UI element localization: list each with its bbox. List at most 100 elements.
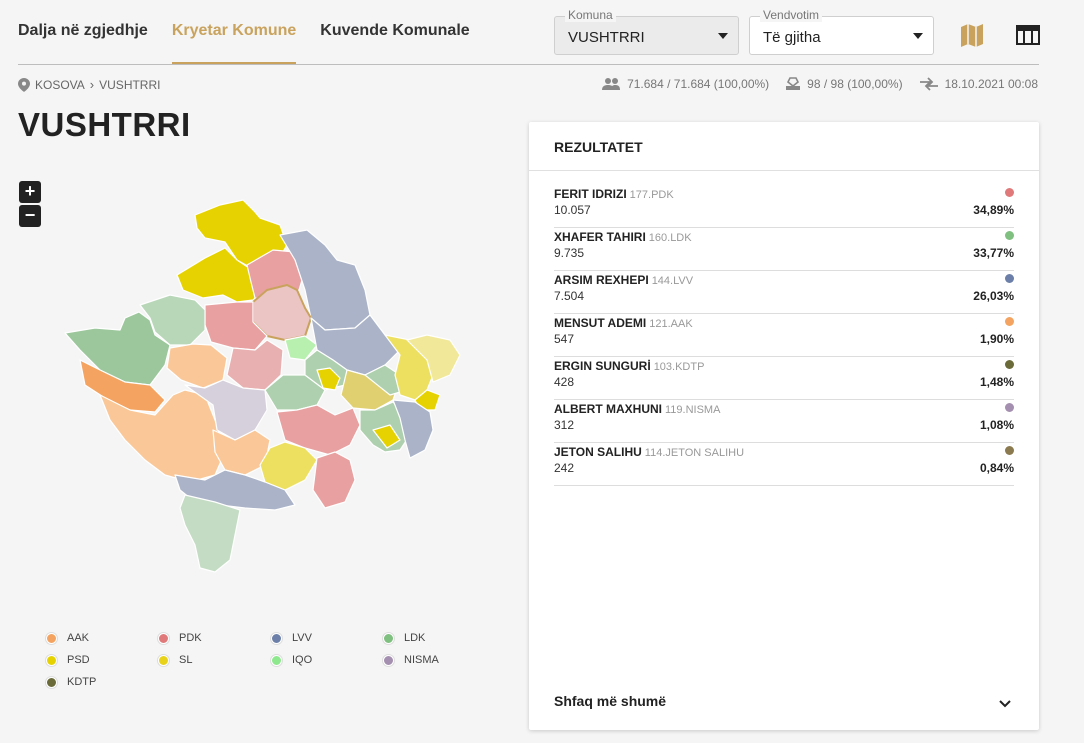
map-view-button[interactable] <box>958 21 986 49</box>
candidate-code: 121.AAK <box>649 318 693 330</box>
table-view-button[interactable] <box>1014 21 1042 49</box>
map-icon <box>961 24 983 47</box>
candidate-votes: 428 <box>554 375 575 389</box>
chevron-right-icon: › <box>89 77 95 92</box>
candidate-code: 177.PDK <box>629 189 674 201</box>
legend-dot <box>383 654 394 666</box>
legend-label: SL <box>179 654 193 666</box>
chevron-down-icon[interactable] <box>997 695 1013 711</box>
main-tabs: Dalja në zgjedhje Kryetar Komune Kuvende… <box>18 0 494 65</box>
tab-turnout[interactable]: Dalja në zgjedhje <box>18 0 148 64</box>
tab-mayor[interactable]: Kryetar Komune <box>171 0 297 65</box>
legend-label: PDK <box>179 632 202 644</box>
candidate-code: 114.JETON SALIHU <box>644 447 745 459</box>
results-panel: REZULTATET FERIT IDRIZI 177.PDK 10.057 34… <box>529 122 1039 730</box>
tab-municipal-assembly[interactable]: Kuvende Komunale <box>320 0 469 64</box>
location-pin-icon <box>18 77 30 92</box>
candidate-name: ARSIM REXHEPI <box>554 273 649 287</box>
candidate-name-line: XHAFER TAHIRI 160.LDK <box>554 230 692 244</box>
people-icon <box>602 78 621 90</box>
candidate-percent: 1,90% <box>979 332 1014 346</box>
candidate-row[interactable]: ARSIM REXHEPI 144.LVV 7.504 26,03% <box>554 271 1014 314</box>
legend-dot <box>271 654 282 666</box>
candidate-row[interactable]: ALBERT MAXHUNI 119.NISMA 312 1,08% <box>554 400 1014 443</box>
candidate-percent: 33,77% <box>973 246 1014 260</box>
party-color-dot <box>1005 403 1014 412</box>
legend-dot <box>383 632 394 644</box>
candidate-name-line: MENSUT ADEMI 121.AAK <box>554 316 693 330</box>
candidate-row[interactable]: XHAFER TAHIRI 160.LDK 9.735 33,77% <box>554 228 1014 271</box>
candidate-name-line: ALBERT MAXHUNI 119.NISMA <box>554 402 720 416</box>
breadcrumb-root[interactable]: KOSOVA <box>35 78 85 92</box>
legend-label: LVV <box>292 632 312 644</box>
page-title: VUSHTRRI <box>18 106 191 143</box>
legend-dot <box>271 632 282 644</box>
legend-item: AAK <box>46 632 89 644</box>
legend-dot <box>158 654 169 666</box>
vendvotim-select[interactable]: Vendvotim Të gjitha <box>749 8 934 55</box>
results-title: REZULTATET <box>554 139 643 155</box>
candidate-name: MENSUT ADEMI <box>554 316 647 330</box>
candidate-row[interactable]: ERGIN SUNGURİ 103.KDTP 428 1,48% <box>554 357 1014 400</box>
stats-bar: 71.684 / 71.684 (100,00%) 98 / 98 (100,0… <box>601 76 1038 92</box>
legend-item: NISMA <box>383 654 439 666</box>
candidate-row[interactable]: JETON SALIHU 114.JETON SALIHU 242 0,84% <box>554 443 1014 486</box>
zoom-out-button[interactable]: − <box>19 205 41 227</box>
legend-dot <box>158 632 169 644</box>
legend-dot <box>46 632 57 644</box>
legend-label: AAK <box>67 632 90 644</box>
ballot-box-icon <box>786 77 801 90</box>
sync-arrows-icon <box>919 77 938 91</box>
map-region <box>179 494 241 573</box>
candidate-votes: 7.504 <box>554 289 585 303</box>
candidate-votes: 547 <box>554 332 575 346</box>
candidate-name: ERGIN SUNGURİ <box>554 359 651 373</box>
table-icon <box>1016 25 1040 45</box>
legend-label: LDK <box>404 632 426 644</box>
candidate-votes: 10.057 <box>554 203 591 217</box>
candidate-name-line: ERGIN SUNGURİ 103.KDTP <box>554 359 704 373</box>
candidate-percent: 0,84% <box>979 461 1014 475</box>
candidate-code: 160.LDK <box>648 232 692 244</box>
candidate-row[interactable]: MENSUT ADEMI 121.AAK 547 1,90% <box>554 314 1014 357</box>
candidate-name-line: ARSIM REXHEPI 144.LVV <box>554 273 693 287</box>
legend-item: IQO <box>271 654 312 666</box>
updated-stat: 18.10.2021 00:08 <box>919 77 1038 91</box>
legend-item: KDTP <box>46 676 96 688</box>
party-color-dot <box>1005 231 1014 240</box>
candidate-row[interactable]: FERIT IDRIZI 177.PDK 10.057 34,89% <box>554 185 1014 228</box>
caret-down-icon <box>718 33 728 39</box>
show-more-button[interactable]: Shfaq më shumë <box>554 693 666 709</box>
legend-label: KDTP <box>67 676 97 688</box>
breadcrumb-current: VUSHTRRI <box>99 77 161 92</box>
kosovo-municipality-map[interactable] <box>55 190 475 580</box>
vendvotim-label: Vendvotim <box>760 8 823 22</box>
komuna-label: Komuna <box>565 8 616 22</box>
legend-label: PSD <box>67 654 90 666</box>
party-color-dot <box>1005 446 1014 455</box>
stations-stat: 98 / 98 (100,00%) <box>785 76 903 92</box>
legend-dot <box>46 654 57 666</box>
komuna-select[interactable]: Komuna VUSHTRRI <box>554 8 739 55</box>
candidate-votes: 9.735 <box>554 246 585 260</box>
party-color-dot <box>1005 274 1014 283</box>
candidate-percent: 34,89% <box>973 203 1014 217</box>
party-color-dot <box>1005 360 1014 369</box>
candidate-votes: 242 <box>554 461 575 475</box>
candidate-name: ALBERT MAXHUNI <box>554 402 662 416</box>
candidate-name-line: JETON SALIHU 114.JETON SALIHU <box>554 445 744 459</box>
candidate-percent: 1,08% <box>979 418 1014 432</box>
caret-down-icon <box>913 33 923 39</box>
legend-item: LVV <box>271 632 312 644</box>
breadcrumb: KOSOVA › VUSHTRRI <box>18 77 160 92</box>
legend-item: PSD <box>46 654 90 666</box>
legend-label: IQO <box>292 654 313 666</box>
party-color-dot <box>1005 188 1014 197</box>
candidate-code: 103.KDTP <box>653 361 705 373</box>
map-region <box>312 451 356 509</box>
updated-value: 18.10.2021 00:08 <box>944 77 1038 91</box>
legend-item: LDK <box>383 632 425 644</box>
candidate-percent: 1,48% <box>979 375 1014 389</box>
party-color-dot <box>1005 317 1014 326</box>
zoom-in-button[interactable]: + <box>19 181 41 203</box>
